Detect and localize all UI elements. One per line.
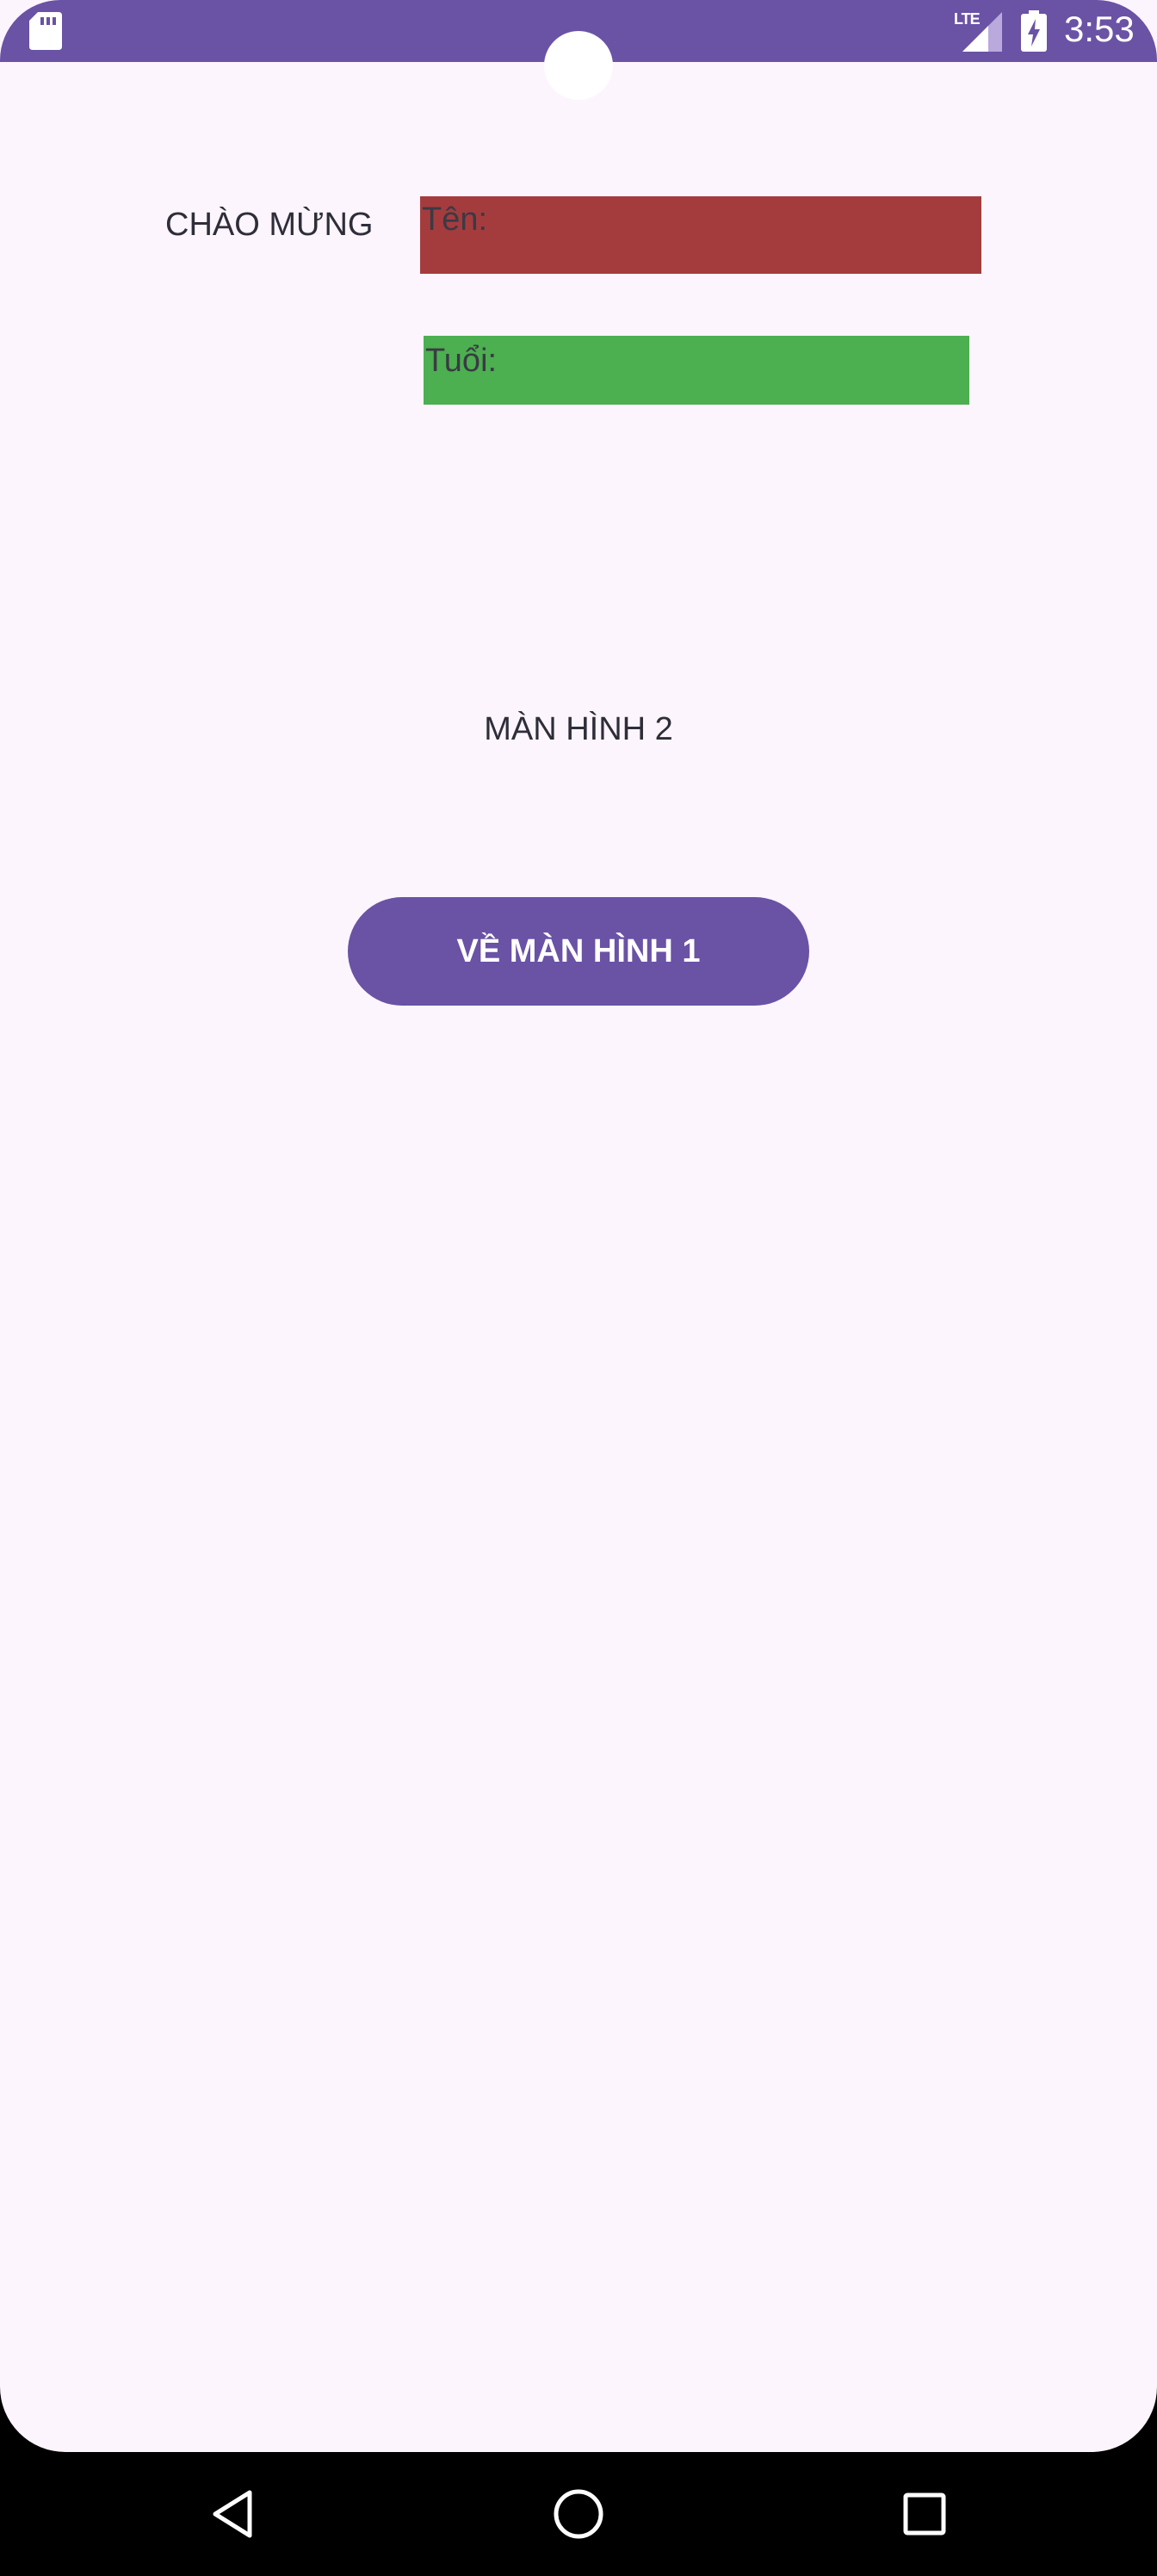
nav-home-button[interactable] (535, 2471, 622, 2557)
back-triangle-icon (213, 2490, 252, 2538)
navigation-bar (0, 2452, 1157, 2576)
age-field[interactable]: Tuổi: (424, 336, 969, 405)
welcome-label: CHÀO MỪNG (165, 207, 374, 243)
sd-card-icon (29, 12, 62, 50)
app-screen: LTE 3:53 CHÀO MỪNG Tên: Tuổi: MÀN HÌNH 2… (0, 0, 1157, 2452)
device-frame: LTE 3:53 CHÀO MỪNG Tên: Tuổi: MÀN HÌNH 2… (0, 0, 1157, 2576)
nav-back-button[interactable] (189, 2471, 275, 2557)
name-field-label: Tên: (422, 201, 488, 238)
signal-icon (962, 12, 1002, 52)
recents-square-icon (903, 2492, 946, 2536)
status-bar: LTE 3:53 (0, 0, 1157, 100)
age-field-label: Tuổi: (425, 343, 498, 379)
screen-title: MÀN HÌNH 2 (484, 711, 673, 747)
status-clock: 3:53 (1064, 9, 1135, 49)
camera-cutout (544, 31, 613, 100)
home-circle-icon (554, 2489, 603, 2539)
name-field[interactable]: Tên: (420, 196, 981, 274)
back-to-screen-1-button[interactable]: VỀ MÀN HÌNH 1 (348, 897, 809, 1006)
battery-charging-icon (1021, 10, 1047, 52)
nav-recents-button[interactable] (882, 2471, 968, 2557)
